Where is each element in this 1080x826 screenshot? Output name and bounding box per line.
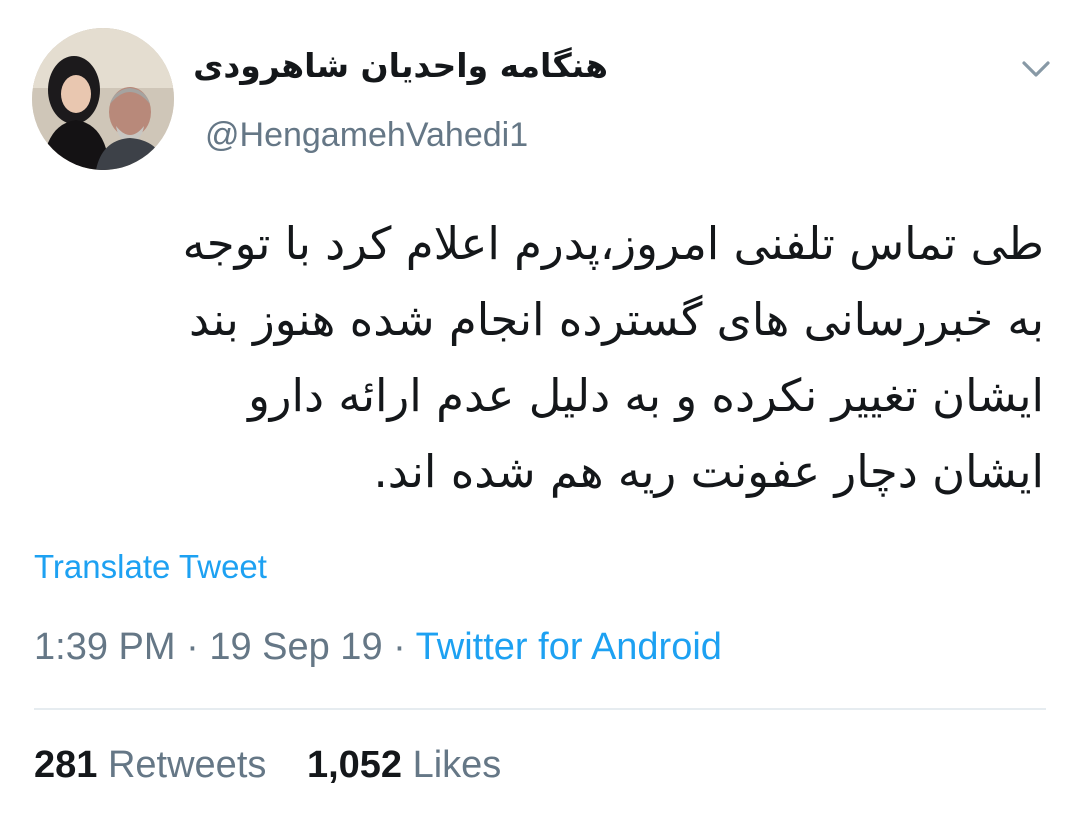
tweet-card: هنگامه واحدیان شاهرودی @HengamehVahedi1 … — [0, 0, 1080, 826]
display-name[interactable]: هنگامه واحدیان شاهرودی — [193, 46, 608, 85]
retweets-count: 281 — [34, 744, 98, 786]
tweet-date: 19 Sep 19 — [209, 626, 383, 668]
tweet-text-line: ایشان دچار عفونت ریه هم شده اند. — [373, 445, 1044, 498]
avatar[interactable] — [32, 28, 174, 170]
likes-stat[interactable]: 1,052 Likes — [307, 744, 501, 786]
likes-label: Likes — [412, 744, 502, 786]
tweet-text-line: طی تماس تلفنی امروز،پدرم اعلام کرد با تو… — [182, 217, 1044, 270]
tweet-text-line: به خبررسانی های گسترده انجام شده هنوز بن… — [189, 293, 1044, 346]
tweet-text-line: ایشان تغییر نکرده و به دلیل عدم ارائه دا… — [248, 369, 1044, 422]
likes-count: 1,052 — [306, 744, 403, 786]
divider — [34, 708, 1046, 710]
tweet-stats: 281 Retweets 1,052 Likes — [34, 744, 531, 787]
retweets-label: Retweets — [107, 744, 267, 786]
profile-photo-icon — [32, 28, 174, 170]
meta-separator: · — [393, 626, 406, 668]
retweets-stat[interactable]: 281 Retweets — [34, 744, 277, 786]
translate-tweet-link[interactable]: Translate Tweet — [34, 548, 267, 586]
user-handle[interactable]: @HengamehVahedi1 — [205, 116, 528, 155]
chevron-down-icon[interactable] — [1016, 50, 1056, 86]
tweet-metadata: 1:39 PM · 19 Sep 19 · Twitter for Androi… — [34, 626, 722, 669]
meta-separator: · — [186, 626, 199, 668]
tweet-time: 1:39 PM — [34, 626, 176, 668]
tweet-source-link[interactable]: Twitter for Android — [416, 626, 722, 668]
tweet-text: طی تماس تلفنی امروز،پدرم اعلام کرد با تو… — [34, 206, 1044, 510]
